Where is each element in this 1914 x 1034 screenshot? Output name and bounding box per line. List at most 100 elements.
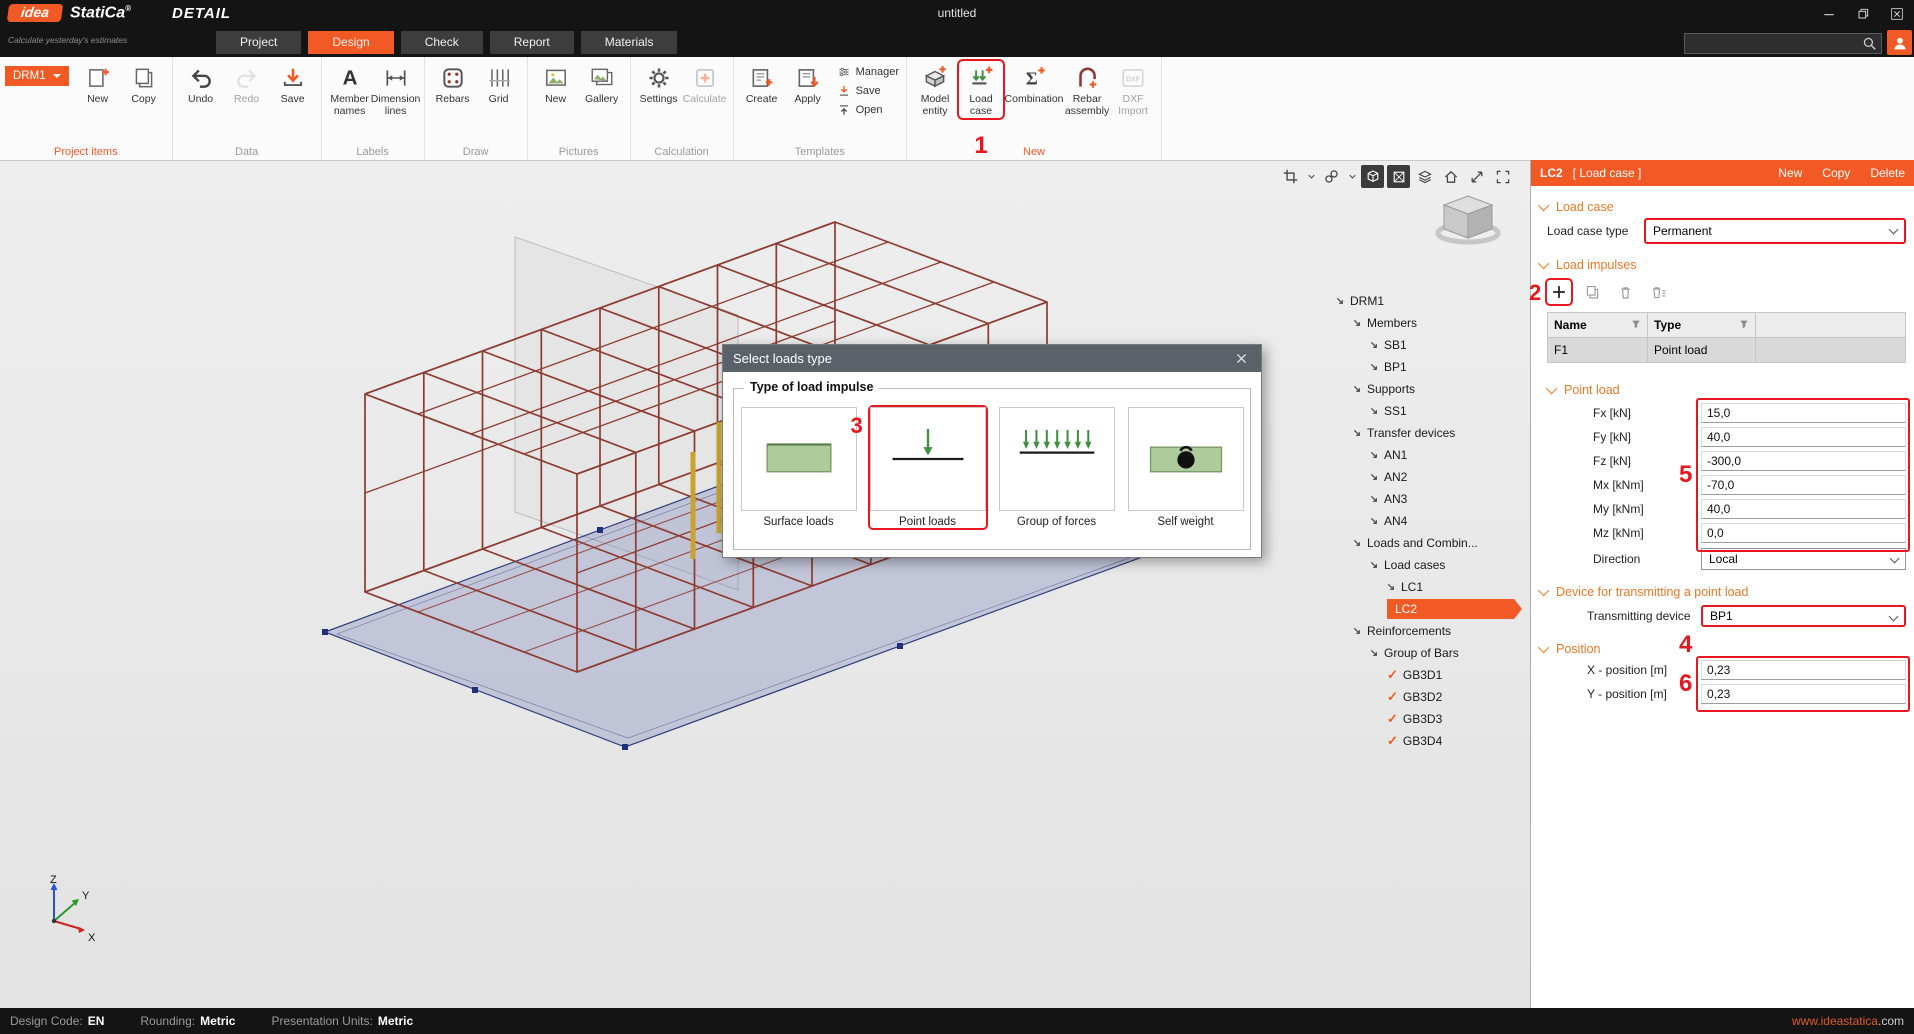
close-button[interactable] [1884,3,1910,24]
tree-item-drm1[interactable]: DRM1 [1332,290,1522,312]
view-solid-icon[interactable] [1361,165,1384,188]
crop-icon[interactable] [1279,165,1302,188]
tree-item-bp1[interactable]: BP1 [1332,356,1522,378]
mx-input[interactable] [1701,475,1906,495]
grid-button[interactable]: Grid [477,61,521,106]
tree-expand-icon[interactable] [1370,341,1379,350]
section-load-case[interactable]: Load case [1541,200,1906,214]
tree-expand-icon[interactable] [1353,385,1362,394]
direction-select[interactable]: Local [1701,548,1906,570]
gallery-button[interactable]: Gallery [580,61,624,106]
tab-materials[interactable]: Materials [581,31,678,54]
search-box[interactable] [1684,33,1882,54]
section-transmitting-device[interactable]: Device for transmitting a point load [1541,585,1906,599]
tree-item-lc2[interactable]: LC2 [1332,598,1522,620]
tree-expand-icon[interactable] [1370,473,1379,482]
tree-item-sb1[interactable]: SB1 [1332,334,1522,356]
checkbox-checked-icon[interactable]: ✓ [1387,733,1398,749]
tree-item-members[interactable]: Members [1332,312,1522,334]
minimize-button[interactable] [1816,3,1842,24]
website-link[interactable]: www.ideastatica.com [1792,1014,1904,1028]
tree-expand-icon[interactable] [1370,451,1379,460]
checkbox-checked-icon[interactable]: ✓ [1387,689,1398,705]
tree-expand-icon[interactable] [1370,363,1379,372]
load-case-button[interactable]: Load case1 [959,61,1003,118]
delete-button[interactable]: Delete [1870,166,1905,180]
tree-item-supports[interactable]: Supports [1332,378,1522,400]
tree-item-ss1[interactable]: SS1 [1332,400,1522,422]
new-button[interactable]: New [534,61,578,106]
resize-icon[interactable] [1465,165,1488,188]
copy-button[interactable]: Copy [1822,166,1850,180]
dimension-lines-button[interactable]: Dimension lines [374,61,418,118]
mz-input[interactable] [1701,523,1906,543]
tree-item-gb3d3[interactable]: ✓GB3D3 [1332,708,1522,730]
combination-button[interactable]: ΣCombination [1005,61,1063,106]
column-header-name[interactable]: Name [1548,313,1648,337]
fy-input[interactable] [1701,427,1906,447]
layers-icon[interactable] [1413,165,1436,188]
tree-item-gb3d4[interactable]: ✓GB3D4 [1332,730,1522,752]
fz-input[interactable] [1701,451,1906,471]
manager-button[interactable]: Manager [837,64,899,80]
delete-impulse-button[interactable] [1613,280,1637,304]
new-button[interactable]: New [1778,166,1802,180]
create-button[interactable]: Create [740,61,784,106]
rebars-button[interactable]: Rebars [431,61,475,106]
user-icon[interactable] [1887,30,1912,55]
x-position-input[interactable] [1701,660,1906,680]
option-point-loads[interactable]: Point loads3 [870,407,986,528]
fx-input[interactable] [1701,403,1906,423]
tree-expand-icon[interactable] [1336,297,1345,306]
tree-expand-icon[interactable] [1353,627,1362,636]
y-position-input[interactable] [1701,684,1906,704]
tree-item-gb3d1[interactable]: ✓GB3D1 [1332,664,1522,686]
tab-check[interactable]: Check [401,31,483,54]
link-icon[interactable] [1320,165,1343,188]
tree-item-load-cases[interactable]: Load cases [1332,554,1522,576]
tree-item-loads-and-combin[interactable]: Loads and Combin... [1332,532,1522,554]
tree-item-an3[interactable]: AN3 [1332,488,1522,510]
copy-impulse-button[interactable] [1580,280,1604,304]
search-input[interactable] [1685,38,1862,50]
tree-item-an1[interactable]: AN1 [1332,444,1522,466]
new-button[interactable]: New [76,61,120,106]
tree-item-transfer-devices[interactable]: Transfer devices [1332,422,1522,444]
my-input[interactable] [1701,499,1906,519]
tree-expand-icon[interactable] [1370,517,1379,526]
impulse-row[interactable]: F1Point load [1548,338,1905,362]
dropdown-chevron[interactable] [1305,165,1317,188]
tab-design[interactable]: Design [308,31,393,54]
tree-expand-icon[interactable] [1353,319,1362,328]
column-header-type[interactable]: Type [1648,313,1756,337]
home-icon[interactable] [1439,165,1462,188]
tree-item-group-of-bars[interactable]: Group of Bars [1332,642,1522,664]
open-button[interactable]: Open [837,102,899,118]
maximize-button[interactable] [1850,3,1876,24]
redo-button[interactable]: Redo [225,61,269,106]
fullscreen-icon[interactable] [1491,165,1514,188]
model-entity-button[interactable]: Model entity [913,61,957,118]
checkbox-checked-icon[interactable]: ✓ [1387,667,1398,683]
tree-expand-icon[interactable] [1370,561,1379,570]
option-group-of-forces[interactable]: Group of forces [999,407,1115,528]
view-edges-icon[interactable] [1387,165,1410,188]
tree-expand-icon[interactable] [1353,539,1362,548]
tree-item-an2[interactable]: AN2 [1332,466,1522,488]
save-button[interactable]: Save [271,61,315,106]
apply-button[interactable]: Apply [786,61,830,106]
delete-all-impulses-button[interactable] [1646,280,1670,304]
calculate-button[interactable]: Calculate [683,61,727,106]
checkbox-checked-icon[interactable]: ✓ [1387,711,1398,727]
tree-expand-icon[interactable] [1370,495,1379,504]
section-position[interactable]: Position [1541,642,1906,656]
settings-button[interactable]: Settings [637,61,681,106]
tree-item-reinforcements[interactable]: Reinforcements [1332,620,1522,642]
tree-expand-icon[interactable] [1387,583,1396,592]
copy-button[interactable]: Copy [122,61,166,106]
project-item-selector[interactable]: DRM1 [5,66,69,86]
member-names-button[interactable]: AMember names [328,61,372,118]
tree-item-lc1[interactable]: LC1 [1332,576,1522,598]
dropdown-chevron[interactable] [1346,165,1358,188]
dxf-import-button[interactable]: DXFDXF Import [1111,61,1155,118]
